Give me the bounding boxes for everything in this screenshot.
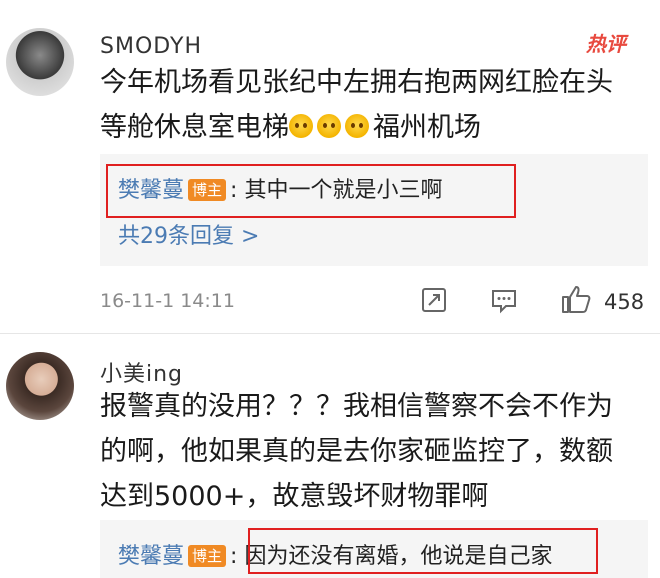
comment-text-segment: 福州机场 [373,112,481,143]
emoji-icon [345,114,369,138]
reply-author-name[interactable]: 樊馨蔓 [118,544,184,569]
comment-text-line: 的啊，他如果真的是去你家砸监控了，数额 [100,436,613,467]
comment-text-line: 达到5000+，故意毁坏财物罪啊 [100,481,489,512]
highlight-box [106,164,516,218]
comment-username[interactable]: SMODYH [100,34,202,59]
comment-icon[interactable] [490,286,518,314]
emoji-icon [289,114,313,138]
emoji-icon [317,114,341,138]
like-count: 458 [604,290,645,314]
share-icon[interactable] [420,286,448,314]
like-icon[interactable] [560,284,592,314]
view-replies-link[interactable]: 共29条回复 > [118,218,259,250]
comment-text-segment: 等舱休息室电梯 [100,112,289,143]
divider [0,333,660,334]
comment-text: 今年机场看见张纪中左拥右抱两网红脸在头 等舱休息室电梯 福州机场 [100,60,648,150]
avatar[interactable] [6,28,74,96]
comment-text: 报警真的没用？？？我相信警察不会不作为 的啊，他如果真的是去你家砸监控了，数额 … [100,384,648,519]
avatar[interactable] [6,352,74,420]
comment-text-line: 等舱休息室电梯 福州机场 [100,105,648,150]
comment-time: 16-11-1 14:11 [100,290,235,312]
hot-comment-badge: 热评 [586,32,626,56]
comment-text-line: 今年机场看见张纪中左拥右抱两网红脸在头 [100,67,613,98]
comment-text-line: 报警真的没用？？？我相信警察不会不作为 [100,391,613,422]
highlight-box [248,528,598,574]
reply-colon: : [230,544,238,569]
blogger-badge: 博主 [188,545,227,567]
